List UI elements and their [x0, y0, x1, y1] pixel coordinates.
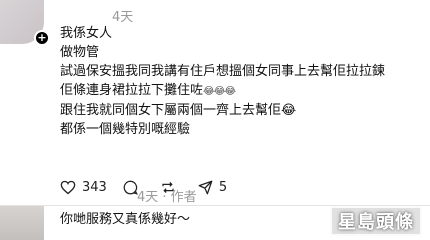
- like-button[interactable]: 343: [60, 180, 107, 195]
- send-icon: [198, 180, 213, 195]
- comment-line: 都係一個幾特別嘅經驗: [60, 122, 191, 137]
- reply-avatar[interactable]: [0, 206, 44, 240]
- comment-timestamp: 4天: [112, 10, 134, 25]
- heart-icon: [60, 180, 76, 195]
- reply-text: 你哋服務又真係幾好～: [60, 212, 191, 227]
- comment-line: 做物管: [60, 45, 100, 60]
- comment-bubble-icon: [123, 180, 138, 195]
- watermark-logo: 星島頭條: [330, 206, 422, 236]
- comment-line-text: 佢條連身裙拉拉下攤住咗: [60, 83, 204, 98]
- laughing-emoji-icon: 😂😂😂: [203, 86, 236, 97]
- laughing-emoji-icon: 😂: [281, 103, 297, 118]
- like-count: 343: [82, 180, 107, 195]
- repost-count: 5: [218, 180, 228, 195]
- comment-body: 我係女人 做物管 試過保安搵我同我講有住戶想搵個女同事上去幫佢拉拉鍊 佢條連身裙…: [60, 24, 385, 139]
- comment-line: 跟住我就同個女下屬兩個一齊上去幫佢😂: [60, 101, 385, 120]
- follow-plus-icon[interactable]: +: [34, 30, 50, 46]
- share-button[interactable]: 5: [198, 180, 227, 195]
- comment-line: 我係女人: [60, 26, 113, 41]
- comment-line-text: 跟住我就同個女下屬兩個一齊上去幫佢: [60, 103, 282, 118]
- reply-meta: 4天 · 作者: [137, 190, 197, 205]
- comment-line: 試過保安搵我同我講有住戶想搵個女同事上去幫佢拉拉鍊: [60, 64, 386, 79]
- comment-line: 佢條連身裙拉拉下攤住咗😂😂😂: [60, 81, 385, 101]
